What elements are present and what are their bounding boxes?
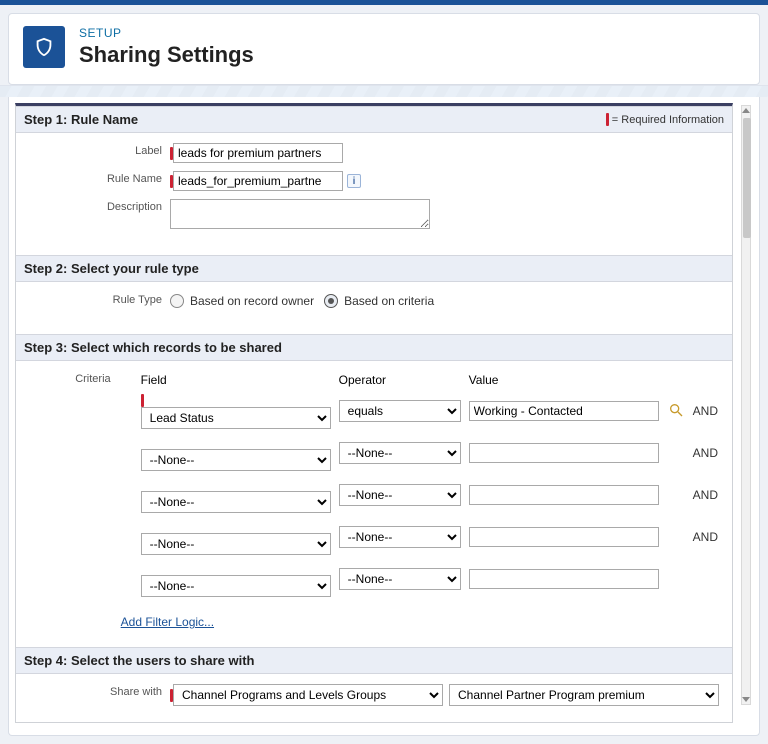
radio-criteria-label: Based on criteria <box>344 294 434 308</box>
criteria-row: --None-- --None-- AND <box>141 475 724 515</box>
scroll-down-icon[interactable] <box>742 697 750 702</box>
criteria-row: --None-- --None-- AND <box>141 517 724 557</box>
ruletype-label: Rule Type <box>22 292 170 306</box>
sharewith-value-select[interactable]: Channel Partner Program premium <box>449 684 719 706</box>
criteria-operator-select[interactable]: --None-- <box>339 484 461 506</box>
criteria-value-input[interactable] <box>469 443 659 463</box>
scroll-up-icon[interactable] <box>742 108 750 113</box>
criteria-row: --None-- --None-- AND <box>141 433 724 473</box>
step3-title: Step 3: Select which records to be share… <box>24 340 282 355</box>
add-filter-logic-link[interactable]: Add Filter Logic... <box>121 615 214 629</box>
step3-header: Step 3: Select which records to be share… <box>16 334 732 361</box>
content-area: Step 1: Rule Name = Required Information… <box>8 97 760 736</box>
col-value: Value <box>469 373 665 389</box>
decorative-band <box>0 85 768 97</box>
criteria-value-input[interactable] <box>469 569 659 589</box>
criteria-table: Field Operator Value Lead Status equals AN… <box>139 371 726 601</box>
rulename-input[interactable] <box>173 171 343 191</box>
page-title: Sharing Settings <box>79 42 254 68</box>
radio-owner[interactable] <box>170 294 184 308</box>
description-label: Description <box>22 199 170 213</box>
criteria-and-text: AND <box>693 391 724 431</box>
step2-header: Step 2: Select your rule type <box>16 255 732 282</box>
criteria-and-text: AND <box>693 517 724 557</box>
col-operator: Operator <box>339 373 467 389</box>
criteria-operator-select[interactable]: --None-- <box>339 568 461 590</box>
scrollbar[interactable] <box>741 105 751 705</box>
step4-title: Step 4: Select the users to share with <box>24 653 254 668</box>
step1-header: Step 1: Rule Name = Required Information <box>16 106 732 133</box>
required-info-text: = Required Information <box>612 114 724 126</box>
top-accent-bar <box>0 0 768 5</box>
criteria-value-input[interactable] <box>469 485 659 505</box>
criteria-field-select[interactable]: --None-- <box>141 533 331 555</box>
page-header: SETUP Sharing Settings <box>8 13 760 85</box>
criteria-field-select[interactable]: --None-- <box>141 491 331 513</box>
description-textarea[interactable] <box>170 199 430 229</box>
criteria-field-select[interactable]: --None-- <box>141 449 331 471</box>
label-input[interactable] <box>173 143 343 163</box>
lookup-icon[interactable] <box>667 401 685 419</box>
sharewith-category-select[interactable]: Channel Programs and Levels Groups <box>173 684 443 706</box>
criteria-operator-select[interactable]: --None-- <box>339 526 461 548</box>
shield-icon <box>23 26 65 68</box>
criteria-label: Criteria <box>22 371 119 629</box>
sharewith-label: Share with <box>22 684 170 698</box>
criteria-operator-select[interactable]: --None-- <box>339 442 461 464</box>
step1-title: Step 1: Rule Name <box>24 112 138 127</box>
radio-criteria[interactable] <box>324 294 338 308</box>
rulename-label: Rule Name <box>22 171 170 185</box>
setup-label: SETUP <box>79 26 254 40</box>
col-field: Field <box>141 373 337 389</box>
required-marker-icon <box>141 394 144 407</box>
criteria-row: --None-- --None-- <box>141 559 724 599</box>
criteria-value-input[interactable] <box>469 527 659 547</box>
criteria-field-select[interactable]: --None-- <box>141 575 331 597</box>
criteria-and-text: AND <box>693 475 724 515</box>
criteria-row: Lead Status equals AND <box>141 391 724 431</box>
info-icon[interactable]: i <box>347 174 361 188</box>
step2-title: Step 2: Select your rule type <box>24 261 199 276</box>
required-marker-icon <box>606 113 609 126</box>
criteria-and-text: AND <box>693 433 724 473</box>
criteria-value-input[interactable] <box>469 401 659 421</box>
criteria-field-select[interactable]: Lead Status <box>141 407 331 429</box>
required-info: = Required Information <box>606 113 724 126</box>
radio-owner-label: Based on record owner <box>190 294 314 308</box>
criteria-and-text <box>693 559 724 599</box>
label-label: Label <box>22 143 170 157</box>
criteria-operator-select[interactable]: equals <box>339 400 461 422</box>
step4-header: Step 4: Select the users to share with <box>16 647 732 674</box>
scrollbar-thumb[interactable] <box>743 118 751 238</box>
